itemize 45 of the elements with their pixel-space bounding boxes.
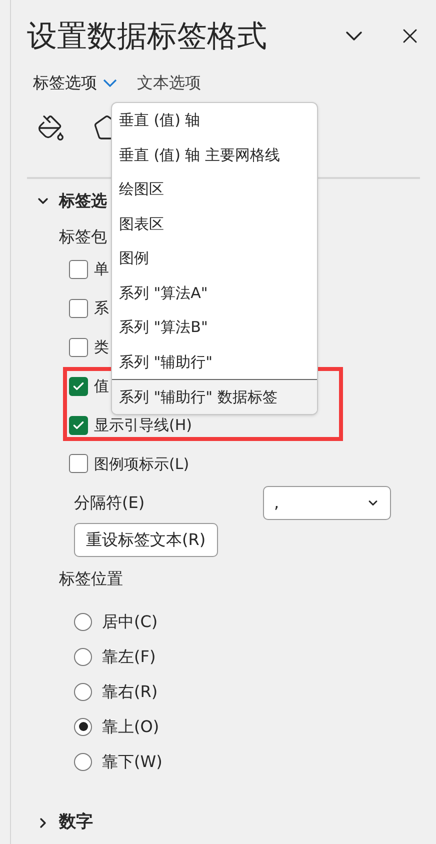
radio-button[interactable] (74, 648, 92, 666)
menu-item[interactable]: 垂直 (值) 轴 (112, 103, 317, 138)
checkbox[interactable] (69, 416, 88, 434)
menu-item[interactable]: 系列 "算法B" (112, 310, 317, 344)
radio-label: 靠上(O) (102, 716, 160, 738)
checkmark-icon (72, 418, 85, 432)
fill-icon[interactable] (37, 114, 65, 142)
position-title: 标签位置 (59, 568, 123, 590)
radio-label: 靠左(F) (102, 646, 156, 668)
checkbox-label: 图例项标示(L) (94, 454, 190, 475)
reset-label-text-button[interactable]: 重设标签文本(R) (74, 523, 218, 558)
radio-button[interactable] (74, 612, 92, 631)
checkbox-label: 系 (94, 298, 109, 319)
menu-item[interactable]: 图例 (112, 241, 317, 276)
menu-item[interactable]: 图表区 (112, 206, 317, 241)
caret-icon (103, 79, 117, 88)
menu-item[interactable]: 绘图区 (112, 172, 317, 206)
separator-select[interactable]: , (263, 486, 391, 520)
menu-item[interactable]: 垂直 (值) 轴 主要网格线 (112, 138, 317, 172)
checkbox-label: 类 (94, 336, 109, 358)
radio-label: 靠下(W) (102, 750, 162, 773)
menu-item[interactable]: 系列 "辅助行" 数据标签 (112, 379, 317, 414)
checkbox-label: 显示引导线(H) (94, 414, 192, 436)
panel-title: 设置数据标签格式 (27, 18, 268, 56)
section-title: 数字 (59, 810, 93, 834)
tab[interactable]: 标签选项 (33, 71, 117, 96)
radio-label: 居中(C) (102, 610, 158, 633)
separator-label: 分隔符(E) (74, 492, 146, 514)
checkbox[interactable] (69, 376, 88, 396)
menu-item[interactable]: 系列 "辅助行" (112, 344, 317, 379)
group-label: 标签包 (59, 226, 107, 248)
menu-item[interactable]: 系列 "算法A" (112, 276, 317, 310)
checkbox[interactable] (69, 454, 88, 474)
checkbox[interactable] (69, 338, 88, 357)
checkbox[interactable] (69, 260, 88, 279)
tab[interactable]: 文本选项 (137, 71, 201, 96)
radio-label: 靠右(R) (102, 680, 158, 703)
checkbox-label: 值 (94, 376, 109, 397)
radio-button[interactable] (74, 682, 92, 701)
checkmark-icon (72, 380, 85, 393)
section-title: 标签选 (59, 190, 107, 212)
radio-button[interactable] (74, 752, 92, 771)
checkbox-label: 单 (94, 259, 109, 280)
radio-button[interactable] (74, 718, 92, 736)
checkbox[interactable] (69, 298, 88, 318)
